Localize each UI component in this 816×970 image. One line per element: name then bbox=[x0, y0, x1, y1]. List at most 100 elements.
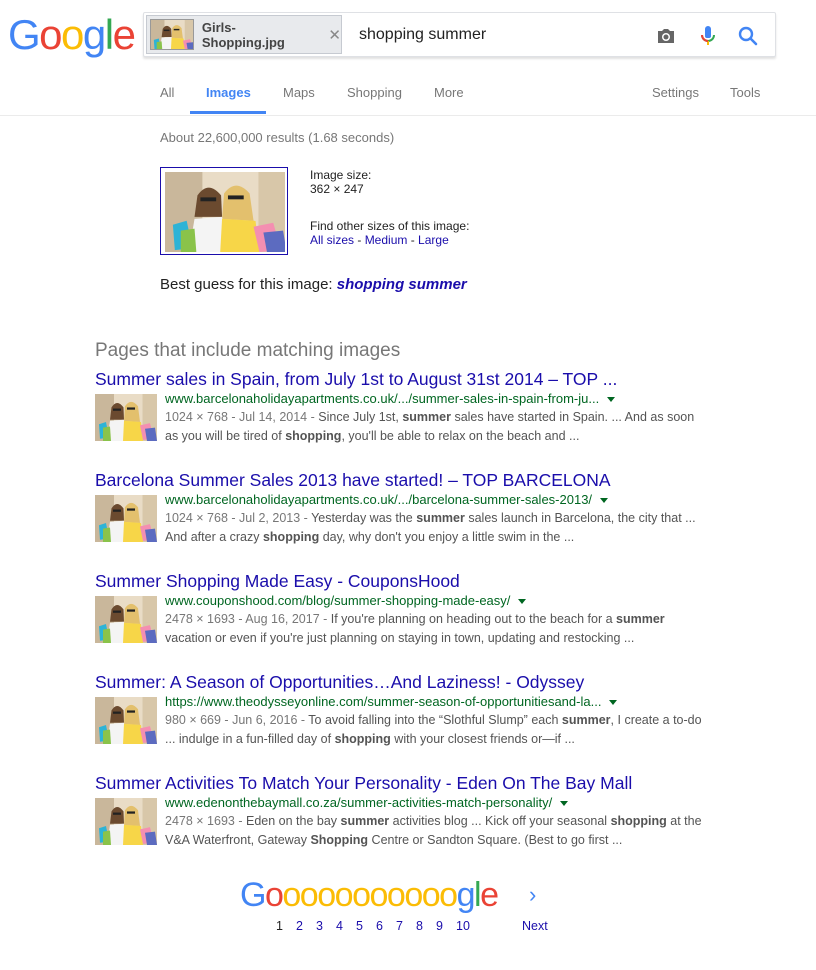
result-snippet: 1024 × 768 - Jul 14, 2014 - Since July 1… bbox=[165, 408, 710, 445]
close-icon[interactable]: ✕ bbox=[328, 26, 341, 44]
tab-settings[interactable]: Settings bbox=[652, 85, 699, 100]
result-meta: 2478 × 1693 - Aug 16, 2017 - bbox=[165, 612, 331, 626]
search-box[interactable]: Girls-Shopping.jpg ✕ shopping summer bbox=[143, 12, 776, 57]
result-url: www.barcelonaholidayapartments.co.uk/...… bbox=[165, 491, 609, 509]
pagination-logo-letter: o bbox=[282, 876, 301, 914]
tab-shopping[interactable]: Shopping bbox=[347, 85, 402, 100]
page-number-link[interactable]: 5 bbox=[356, 919, 363, 933]
result-title[interactable]: Summer: A Season of Opportunities…And La… bbox=[95, 671, 715, 693]
tab-tools[interactable]: Tools bbox=[730, 85, 760, 100]
image-chip-filename: Girls-Shopping.jpg bbox=[201, 19, 285, 50]
best-guess-label: Best guess for this image: bbox=[160, 276, 337, 293]
size-link-separator: - bbox=[354, 233, 365, 247]
image-chip[interactable]: Girls-Shopping.jpg ✕ bbox=[146, 15, 342, 54]
pages-heading: Pages that include matching images bbox=[95, 340, 401, 361]
search-result: Barcelona Summer Sales 2013 have started… bbox=[95, 469, 715, 544]
caret-down-icon[interactable] bbox=[518, 599, 527, 605]
result-snippet: 980 × 669 - Jun 6, 2016 - To avoid falli… bbox=[165, 711, 710, 748]
result-url: www.barcelonaholidayapartments.co.uk/...… bbox=[165, 390, 616, 408]
best-guess-link[interactable]: shopping summer bbox=[337, 276, 467, 293]
pagination-logo-letter: o bbox=[439, 876, 458, 914]
active-tab-indicator bbox=[190, 111, 266, 114]
size-link-separator: - bbox=[407, 233, 419, 247]
pagination-logo-letter: g bbox=[456, 876, 476, 914]
result-thumbnail[interactable] bbox=[95, 394, 157, 441]
page-number-link[interactable]: 4 bbox=[336, 919, 343, 933]
result-url: www.couponshood.com/blog/summer-shopping… bbox=[165, 592, 527, 610]
page-number-link[interactable]: 6 bbox=[376, 919, 383, 933]
pagination-logo-letter: o bbox=[264, 876, 284, 914]
other-sizes-links: All sizes - Medium - Large bbox=[310, 233, 469, 247]
caret-down-icon[interactable] bbox=[560, 801, 569, 807]
result-title[interactable]: Summer Activities To Match Your Personal… bbox=[95, 772, 715, 794]
result-thumbnail[interactable] bbox=[95, 697, 157, 744]
result-url-text: www.barcelonaholidayapartments.co.uk/...… bbox=[165, 492, 593, 507]
next-page-link[interactable]: Next bbox=[522, 919, 548, 933]
result-meta: 1024 × 768 - Jul 14, 2014 - bbox=[165, 410, 319, 424]
google-logo[interactable]: Google bbox=[8, 12, 136, 58]
caret-down-icon[interactable] bbox=[607, 397, 616, 403]
tab-maps[interactable]: Maps bbox=[283, 85, 315, 100]
chevron-right-icon[interactable]: › bbox=[529, 882, 536, 908]
pagination-logo-letter: o bbox=[299, 876, 319, 914]
page-number-link[interactable]: 7 bbox=[396, 919, 403, 933]
result-snippet: 1024 × 768 - Jul 2, 2013 - Yesterday was… bbox=[165, 509, 710, 546]
page-number-link[interactable]: 3 bbox=[316, 919, 323, 933]
pagination-logo-letter: o bbox=[421, 876, 441, 914]
header: Google Girls-Shopping.jpg ✕ shopping sum… bbox=[0, 0, 816, 116]
pagination: Gooooooooooogle › 1 2 3 4 5 6 7 8 9 10 Next bbox=[240, 876, 580, 936]
best-guess: Best guess for this image: shopping summ… bbox=[160, 276, 467, 293]
pagination-logo-letter: o bbox=[386, 876, 406, 914]
result-thumbnail[interactable] bbox=[95, 798, 157, 845]
result-title[interactable]: Summer Shopping Made Easy - CouponsHood bbox=[95, 570, 715, 592]
large-size-link[interactable]: Large bbox=[418, 233, 449, 247]
page-number-link[interactable]: 2 bbox=[296, 919, 303, 933]
query-image-preview[interactable] bbox=[160, 167, 288, 255]
page-number-link[interactable]: 8 bbox=[416, 919, 423, 933]
tab-more[interactable]: More bbox=[434, 85, 464, 100]
page-number-link[interactable]: 9 bbox=[436, 919, 443, 933]
search-icon[interactable] bbox=[736, 24, 760, 48]
search-input[interactable]: shopping summer bbox=[359, 26, 486, 44]
image-info: Image size: 362 × 247 Find other sizes o… bbox=[310, 168, 469, 247]
search-tabs: All Images Maps Shopping More Settings T… bbox=[0, 80, 816, 116]
all-sizes-link[interactable]: All sizes bbox=[310, 233, 354, 247]
result-title[interactable]: Summer sales in Spain, from July 1st to … bbox=[95, 368, 715, 390]
pagination-logo: Gooooooooooogle bbox=[240, 876, 499, 914]
search-result: Summer Shopping Made Easy - CouponsHood w… bbox=[95, 570, 715, 645]
other-sizes-label: Find other sizes of this image: bbox=[310, 219, 470, 233]
result-url-text: www.couponshood.com/blog/summer-shopping… bbox=[165, 593, 511, 608]
tab-images[interactable]: Images bbox=[206, 85, 251, 100]
pagination-logo-letter: o bbox=[334, 876, 354, 914]
result-snippet: 2478 × 1693 - Aug 16, 2017 - If you're p… bbox=[165, 610, 710, 647]
search-result: Summer Activities To Match Your Personal… bbox=[95, 772, 715, 847]
pagination-logo-letter: o bbox=[352, 876, 371, 914]
query-image-thumbnail bbox=[150, 19, 194, 50]
result-stats: About 22,600,000 results (1.68 seconds) bbox=[160, 130, 395, 145]
result-url-text: https://www.theodysseyonline.com/summer-… bbox=[165, 694, 602, 709]
result-snippet: 2478 × 1693 - Eden on the bay summer act… bbox=[165, 812, 710, 849]
result-snippet-text: Eden on the bay summer activities blog .… bbox=[165, 814, 702, 847]
pagination-logo-letter: e bbox=[480, 876, 499, 914]
result-meta: 1024 × 768 - Jul 2, 2013 - bbox=[165, 511, 312, 525]
pagination-logo-letter: o bbox=[317, 876, 336, 914]
pagination-logo-letter: o bbox=[369, 876, 388, 914]
caret-down-icon[interactable] bbox=[600, 498, 609, 504]
result-url: www.edenonthebaymall.co.za/summer-activi… bbox=[165, 794, 569, 812]
result-thumbnail[interactable] bbox=[95, 596, 157, 643]
result-meta: 2478 × 1693 - bbox=[165, 814, 246, 828]
microphone-icon[interactable] bbox=[696, 24, 720, 48]
pagination-logo-letter: o bbox=[404, 876, 423, 914]
result-title[interactable]: Barcelona Summer Sales 2013 have started… bbox=[95, 469, 715, 491]
camera-icon[interactable] bbox=[654, 24, 678, 48]
page-number-link[interactable]: 10 bbox=[456, 919, 470, 933]
search-result: Summer sales in Spain, from July 1st to … bbox=[95, 368, 715, 443]
search-result: Summer: A Season of Opportunities…And La… bbox=[95, 671, 715, 746]
result-url-text: www.edenonthebaymall.co.za/summer-activi… bbox=[165, 795, 553, 810]
result-meta: 980 × 669 - Jun 6, 2016 - bbox=[165, 713, 309, 727]
result-thumbnail[interactable] bbox=[95, 495, 157, 542]
tab-all[interactable]: All bbox=[160, 85, 174, 100]
medium-size-link[interactable]: Medium bbox=[365, 233, 408, 247]
caret-down-icon[interactable] bbox=[609, 700, 618, 706]
result-url-text: www.barcelonaholidayapartments.co.uk/...… bbox=[165, 391, 600, 406]
